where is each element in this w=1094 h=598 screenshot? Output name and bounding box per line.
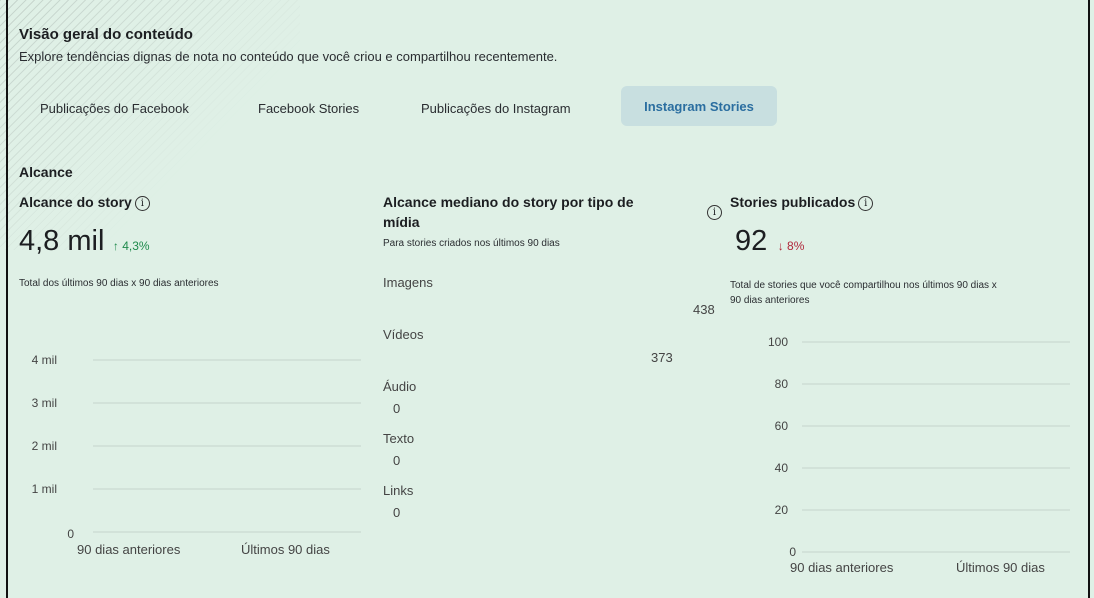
panel-frame <box>6 0 1090 598</box>
